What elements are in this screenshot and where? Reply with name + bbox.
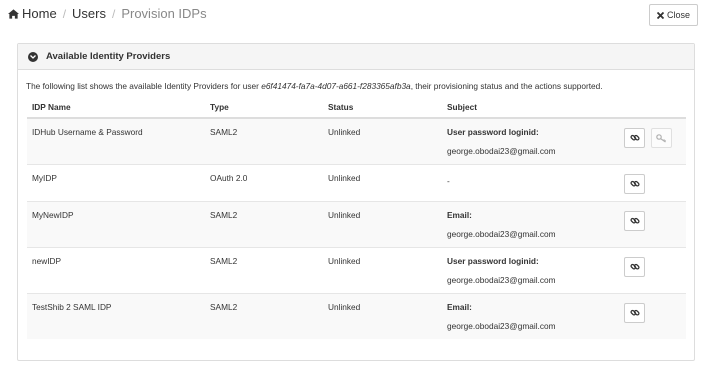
table-header-row: IDP Name Type Status Subject <box>27 96 686 119</box>
table-row: MyIDP OAuth 2.0 Unlinked - <box>27 163 686 201</box>
idp-status: Unlinked <box>323 292 442 339</box>
intro-prefix: The following list shows the available I… <box>26 81 262 91</box>
idp-status: Unlinked <box>323 200 442 247</box>
close-button-label: Close <box>666 10 690 20</box>
breadcrumb-users-link[interactable]: Users <box>72 6 106 21</box>
panel-title: Available Identity Providers <box>46 51 171 62</box>
column-header-actions <box>624 96 686 119</box>
idp-type: SAML2 <box>205 292 323 339</box>
subject-value: george.obodai23@gmail.com <box>447 274 556 285</box>
idp-subject: User password loginid: george.obodai23@g… <box>442 246 624 293</box>
link-icon <box>629 263 640 270</box>
idp-name: MyNewIDP <box>27 200 205 247</box>
idp-type: SAML2 <box>205 246 323 293</box>
row-actions <box>624 163 686 201</box>
link-icon <box>629 180 640 187</box>
idp-table: IDP Name Type Status Subject IDHub Usern… <box>27 96 686 339</box>
table-row: MyNewIDP SAML2 Unlinked Email: george.ob… <box>27 200 686 247</box>
link-icon <box>629 309 640 316</box>
column-header-status: Status <box>323 96 442 119</box>
subject-value: - <box>447 175 450 186</box>
idp-status: Unlinked <box>323 163 442 201</box>
identity-providers-panel: Available Identity Providers The followi… <box>17 43 695 361</box>
table-row: IDHub Username & Password SAML2 Unlinked… <box>27 117 686 164</box>
idp-status: Unlinked <box>323 246 442 293</box>
close-button[interactable]: Close <box>649 4 698 26</box>
intro-suffix: , their provisioning status and the acti… <box>410 81 603 91</box>
idp-subject: - <box>442 163 624 201</box>
idp-type: OAuth 2.0 <box>205 163 323 201</box>
link-button[interactable] <box>624 256 645 277</box>
idp-subject: User password loginid: george.obodai23@g… <box>442 117 624 164</box>
table-row: TestShib 2 SAML IDP SAML2 Unlinked Email… <box>27 292 686 339</box>
link-button[interactable] <box>624 173 645 194</box>
idp-type: SAML2 <box>205 117 323 164</box>
column-header-type: Type <box>205 96 323 119</box>
idp-type: SAML2 <box>205 200 323 247</box>
subject-label: Email: <box>447 209 472 220</box>
link-button[interactable] <box>624 210 645 231</box>
panel-heading[interactable]: Available Identity Providers <box>18 44 694 70</box>
column-header-subject: Subject <box>442 96 624 119</box>
close-x-icon <box>656 11 664 19</box>
row-actions <box>624 117 686 164</box>
idp-name: IDHub Username & Password <box>27 117 205 164</box>
link-button[interactable] <box>624 302 645 323</box>
subject-label: User password loginid: <box>447 127 539 137</box>
chevron-down-circle-icon <box>28 51 38 62</box>
home-icon <box>8 8 19 19</box>
breadcrumb-separator: / <box>111 6 116 21</box>
idp-name: TestShib 2 SAML IDP <box>27 292 205 339</box>
subject-label: Email: <box>447 301 472 312</box>
panel-intro-text: The following list shows the available I… <box>26 81 603 91</box>
link-icon <box>629 134 640 141</box>
subject-value: george.obodai23@gmail.com <box>447 228 556 239</box>
subject-label: User password loginid: <box>447 255 539 266</box>
key-icon <box>656 133 667 142</box>
breadcrumb-separator: / <box>62 6 67 21</box>
subject-value: george.obodai23@gmail.com <box>447 146 556 156</box>
table-row: newIDP SAML2 Unlinked User password logi… <box>27 246 686 293</box>
breadcrumb-current: Provision IDPs <box>121 6 207 21</box>
row-actions <box>624 292 686 339</box>
column-header-idp-name: IDP Name <box>27 96 205 119</box>
idp-subject: Email: george.obodai23@gmail.com <box>442 292 624 339</box>
subject-value: george.obodai23@gmail.com <box>447 320 556 331</box>
idp-name: newIDP <box>27 246 205 293</box>
idp-name: MyIDP <box>27 163 205 201</box>
row-actions <box>624 246 686 293</box>
breadcrumb: Home / Users / Provision IDPs <box>8 6 207 21</box>
link-icon <box>629 217 640 224</box>
row-actions <box>624 200 686 247</box>
key-button[interactable] <box>651 128 673 148</box>
breadcrumb-home-link[interactable]: Home <box>22 6 57 21</box>
user-id: e6f41474-fa7a-4d07-a661-f283365afb3a <box>261 81 411 91</box>
idp-status: Unlinked <box>323 117 442 164</box>
link-button[interactable] <box>624 128 645 148</box>
idp-subject: Email: george.obodai23@gmail.com <box>442 200 624 247</box>
